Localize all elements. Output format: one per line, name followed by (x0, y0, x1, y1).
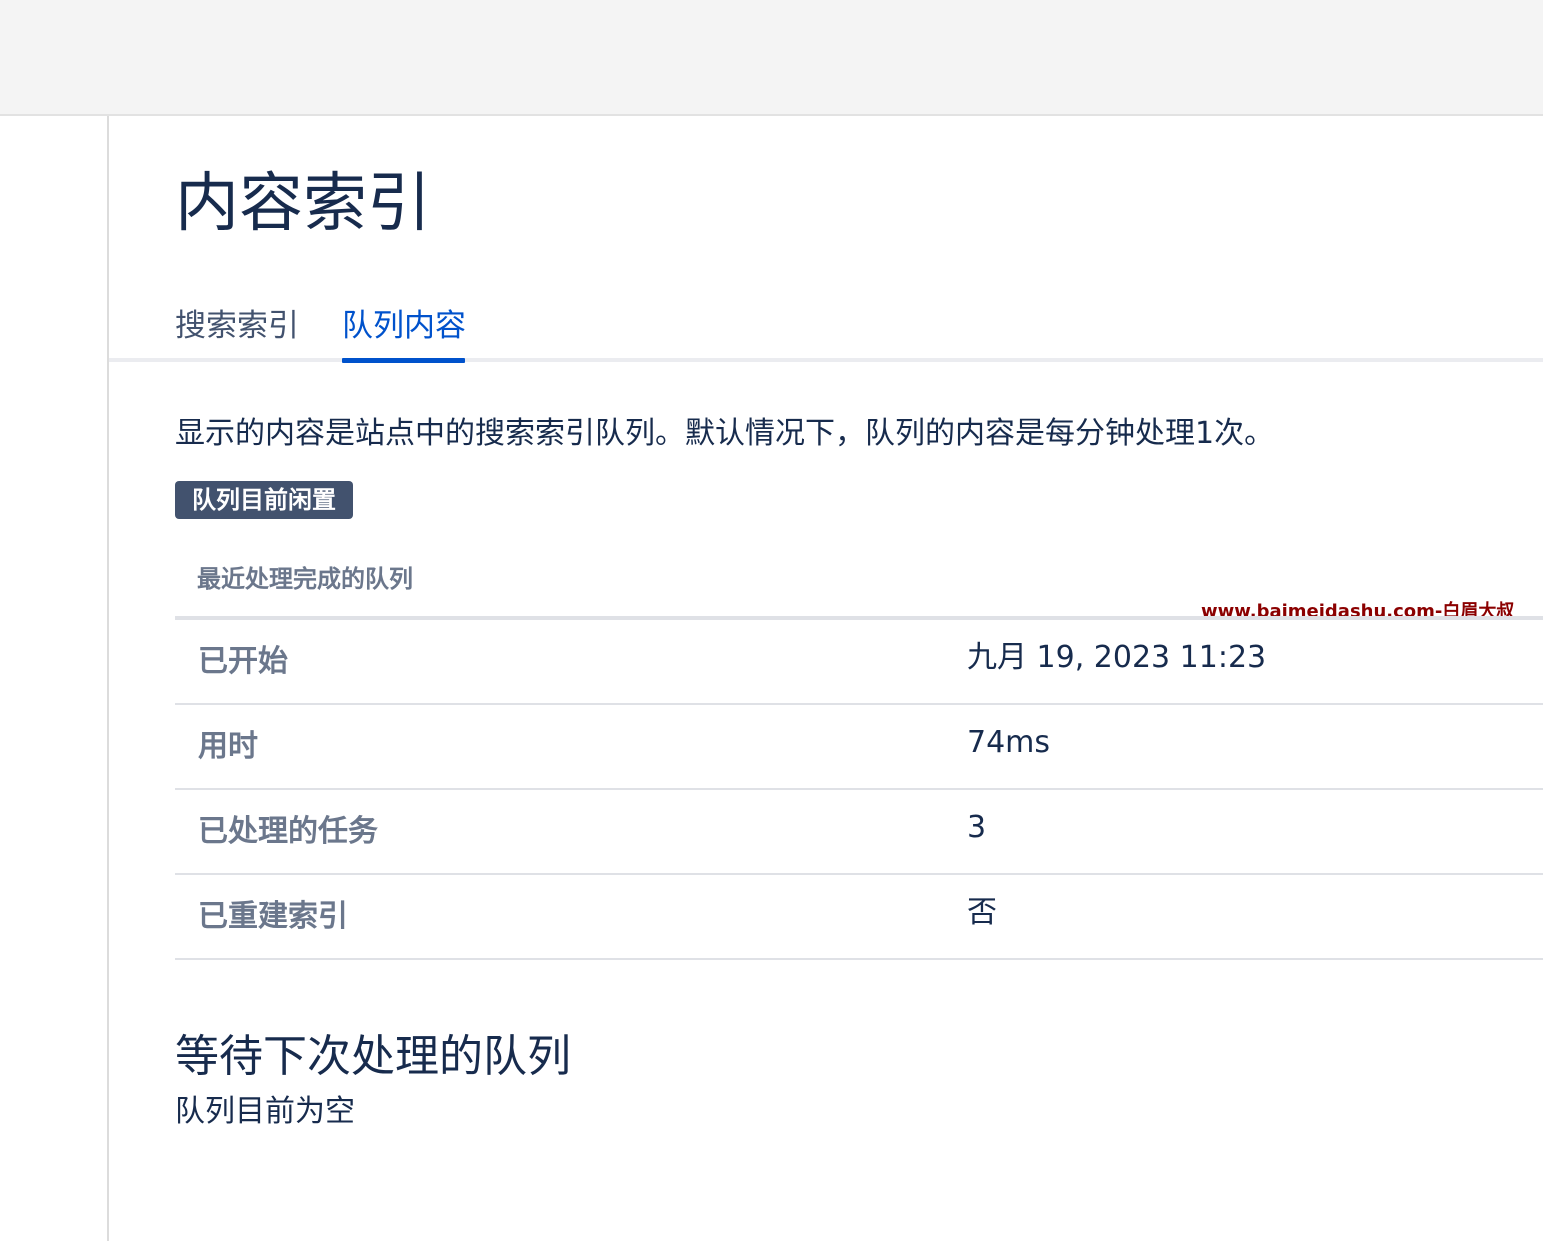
table-row-duration: 用时 74ms (175, 705, 1543, 790)
status-badge: 队列目前闲置 (175, 481, 353, 519)
row-value: 九月 19, 2023 11:23 (967, 640, 1267, 675)
left-sidebar (0, 116, 109, 1241)
active-tab-indicator (342, 358, 465, 363)
table-row-reindexed: 已重建索引 否 (175, 875, 1543, 960)
row-value: 否 (967, 895, 997, 930)
main-content: 内容索引 搜索索引 队列内容 显示的内容是站点中的搜索索引队列。默认情况下，队列… (109, 116, 1543, 1241)
row-value: 3 (967, 810, 987, 845)
pending-queue-heading: 等待下次处理的队列 (175, 1031, 571, 1082)
tab-queue-content[interactable]: 队列内容 (342, 304, 466, 348)
top-bar (0, 0, 1543, 116)
pending-queue-status: 队列目前为空 (175, 1094, 355, 1129)
row-label: 用时 (198, 729, 258, 764)
queue-description: 显示的内容是站点中的搜索索引队列。默认情况下，队列的内容是每分钟处理1次。 (175, 416, 1275, 451)
last-processed-table: 已开始 九月 19, 2023 11:23 用时 74ms 已处理的任务 3 已… (175, 616, 1543, 960)
tab-bar: 搜索索引 队列内容 (109, 300, 1543, 363)
last-processed-heading: 最近处理完成的队列 (197, 565, 413, 593)
row-label: 已处理的任务 (198, 814, 378, 849)
table-row-tasks-processed: 已处理的任务 3 (175, 790, 1543, 875)
tab-search-index[interactable]: 搜索索引 (175, 304, 299, 348)
row-label: 已开始 (198, 644, 288, 679)
page-title: 内容索引 (175, 167, 431, 241)
table-row-started: 已开始 九月 19, 2023 11:23 (175, 620, 1543, 705)
row-value: 74ms (967, 725, 1051, 760)
tab-bar-divider (109, 358, 1543, 362)
row-label: 已重建索引 (198, 899, 348, 934)
